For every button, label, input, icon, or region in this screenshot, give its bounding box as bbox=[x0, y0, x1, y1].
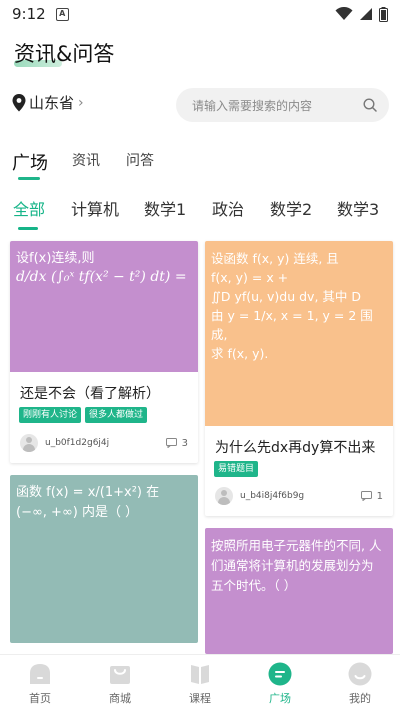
nav-label: 广场 bbox=[269, 692, 291, 705]
category-tab-politics[interactable]: 政治 bbox=[212, 196, 244, 220]
profile-face-icon bbox=[348, 662, 372, 686]
question-text-line: 们通常将计算机的发展划分为 bbox=[211, 558, 374, 573]
category-tabs: 全部 计算机 数学1 政治 数学2 数学3 bbox=[0, 196, 400, 222]
category-tab-math3[interactable]: 数学3 bbox=[337, 196, 379, 220]
post-card[interactable]: 设f(x)连续,则 d/dx (∫₀ˣ tf(x² − t²) dt) = 还是… bbox=[10, 241, 198, 463]
question-text-line: 求 f(x, y). bbox=[211, 346, 269, 361]
search-box[interactable]: 请输入需要搜索的内容 bbox=[176, 88, 389, 122]
location-label: 山东省 bbox=[29, 94, 75, 112]
comment-icon bbox=[165, 438, 177, 448]
comment-count-value: 3 bbox=[181, 437, 188, 449]
post-card[interactable]: 设函数 f(x, y) 连续, 且 f(x, y) = x + ∬D yf(u,… bbox=[205, 241, 393, 516]
question-text-line: f(x, y) = x + bbox=[211, 270, 289, 285]
page-title: 资讯&问答 bbox=[14, 42, 115, 66]
username: u_b0f1d2g6j4j bbox=[45, 438, 110, 448]
nav-home[interactable]: 首页 bbox=[0, 655, 80, 711]
tag-list: 易错题目 bbox=[214, 461, 259, 477]
question-text-line: 五个时代。（ ） bbox=[211, 578, 297, 593]
app-screen: 9:12 A 资讯&问答 山东省 › 请输入需要搜索的内容 广场 资讯 问答 全… bbox=[0, 0, 400, 711]
tag-badge: 易错题目 bbox=[214, 461, 259, 477]
tag-badge: 很多人都做过 bbox=[85, 407, 148, 423]
tab-news[interactable]: 资讯 bbox=[72, 150, 100, 170]
post-card[interactable]: 按照所用电子元器件的不同, 人 们通常将计算机的发展划分为 五个时代。（ ） bbox=[205, 528, 393, 654]
chat-bubble-icon bbox=[268, 662, 292, 686]
wifi-icon bbox=[335, 7, 353, 20]
tab-square[interactable]: 广场 bbox=[12, 149, 48, 175]
bottom-navigation: 首页 商城 课程 广场 我的 bbox=[0, 654, 400, 711]
active-category-indicator bbox=[18, 227, 38, 230]
status-bar: 9:12 A bbox=[0, 0, 400, 28]
location-pin-icon bbox=[12, 93, 26, 111]
comment-count[interactable]: 3 bbox=[165, 437, 188, 449]
question-text-line: ∬D yf(u, v)du dv, 其中 D bbox=[211, 289, 361, 304]
search-placeholder: 请输入需要搜索的内容 bbox=[192, 98, 313, 113]
question-text-line: 由 y = 1/x, x = 1, y = 2 围成, bbox=[211, 308, 373, 342]
comment-count[interactable]: 1 bbox=[360, 490, 383, 502]
avatar bbox=[20, 434, 38, 452]
category-tab-computer[interactable]: 计算机 bbox=[71, 196, 119, 220]
post-title: 还是不会（看了解析） bbox=[20, 386, 160, 402]
active-tab-indicator bbox=[18, 177, 40, 180]
post-author-row: u_b0f1d2g6j4j 3 bbox=[20, 434, 188, 452]
signal-icon bbox=[360, 8, 372, 20]
search-icon bbox=[363, 98, 377, 112]
book-icon bbox=[191, 665, 209, 684]
tag-badge: 刚刚有人讨论 bbox=[19, 407, 82, 423]
question-image: 按照所用电子元器件的不同, 人 们通常将计算机的发展划分为 五个时代。（ ） bbox=[205, 528, 393, 654]
chevron-right-icon: › bbox=[78, 94, 84, 111]
comment-count-value: 1 bbox=[376, 490, 383, 502]
question-image: 设函数 f(x, y) 连续, 且 f(x, y) = x + ∬D yf(u,… bbox=[205, 241, 393, 426]
home-icon bbox=[30, 664, 50, 684]
post-author-row: u_b4i8j4f6b9g 1 bbox=[215, 487, 383, 505]
category-tab-math2[interactable]: 数学2 bbox=[270, 196, 312, 220]
status-icons bbox=[335, 6, 388, 22]
location-selector[interactable]: 山东省 › bbox=[12, 92, 84, 113]
nav-label: 课程 bbox=[189, 692, 211, 705]
battery-icon bbox=[379, 6, 388, 22]
tag-list: 刚刚有人讨论 很多人都做过 bbox=[19, 407, 148, 423]
nav-shop[interactable]: 商城 bbox=[80, 655, 160, 711]
status-time: 9:12 bbox=[12, 5, 46, 23]
tab-qa[interactable]: 问答 bbox=[126, 150, 154, 170]
nav-courses[interactable]: 课程 bbox=[160, 655, 240, 711]
avatar bbox=[215, 487, 233, 505]
nav-label: 我的 bbox=[349, 692, 371, 705]
question-text-line: 函数 f(x) = x/(1+x²) 在 bbox=[16, 485, 160, 500]
post-card[interactable]: 函数 f(x) = x/(1+x²) 在 (−∞, +∞) 内是（ ） bbox=[10, 475, 198, 643]
question-text-line: (−∞, +∞) 内是（ ） bbox=[16, 505, 139, 520]
username: u_b4i8j4f6b9g bbox=[240, 491, 305, 501]
nav-square[interactable]: 广场 bbox=[240, 655, 320, 711]
question-image: 函数 f(x) = x/(1+x²) 在 (−∞, +∞) 内是（ ） bbox=[10, 475, 198, 643]
question-text-line: 按照所用电子元器件的不同, 人 bbox=[211, 538, 382, 553]
question-text-line: d/dx (∫₀ˣ tf(x² − t²) dt) = bbox=[16, 269, 187, 285]
question-text-line: 设函数 f(x, y) 连续, 且 bbox=[211, 251, 339, 266]
nav-label: 商城 bbox=[109, 692, 131, 705]
post-title: 为什么先dx再dy算不出来 bbox=[215, 440, 376, 456]
nav-label: 首页 bbox=[29, 692, 51, 705]
category-tab-all[interactable]: 全部 bbox=[13, 196, 45, 220]
notification-a-icon: A bbox=[55, 7, 69, 21]
comment-icon bbox=[360, 491, 372, 501]
question-image: 设f(x)连续,则 d/dx (∫₀ˣ tf(x² − t²) dt) = bbox=[10, 241, 198, 372]
category-tab-math1[interactable]: 数学1 bbox=[144, 196, 186, 220]
shop-bag-icon bbox=[110, 666, 130, 684]
question-text-line: 设f(x)连续,则 bbox=[16, 251, 95, 266]
nav-profile[interactable]: 我的 bbox=[320, 655, 400, 711]
